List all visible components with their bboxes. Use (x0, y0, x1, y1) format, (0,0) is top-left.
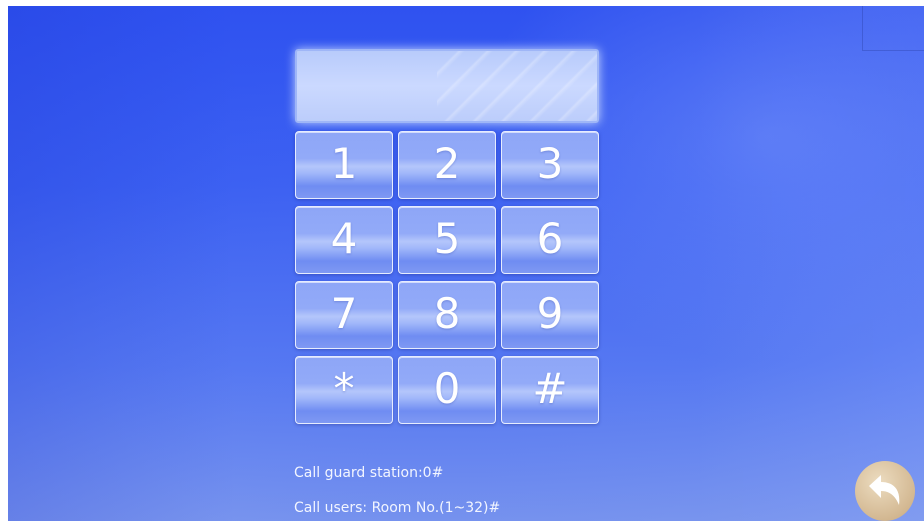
key-6[interactable]: 6 (501, 206, 599, 274)
key-3-label: 3 (536, 139, 564, 188)
call-users-hint: Call users: Room No.(1~32)# (294, 500, 501, 516)
key-8[interactable]: 8 (398, 281, 496, 349)
number-display (295, 49, 599, 123)
key-9-label: 9 (536, 289, 564, 338)
key-hash[interactable]: # (501, 356, 599, 424)
key-3[interactable]: 3 (501, 131, 599, 199)
key-4-label: 4 (330, 214, 358, 263)
back-arrow-icon (869, 475, 900, 505)
key-7[interactable]: 7 (295, 281, 393, 349)
key-2-label: 2 (433, 139, 461, 188)
key-star-label: * (333, 364, 355, 413)
key-0[interactable]: 0 (398, 356, 496, 424)
key-2[interactable]: 2 (398, 131, 496, 199)
key-4[interactable]: 4 (295, 206, 393, 274)
key-7-label: 7 (330, 289, 358, 338)
key-5-label: 5 (433, 214, 461, 263)
key-9[interactable]: 9 (501, 281, 599, 349)
key-5[interactable]: 5 (398, 206, 496, 274)
guard-station-hint: Call guard station:0# (294, 465, 444, 481)
key-1-label: 1 (330, 139, 358, 188)
intercom-screen: 1 2 3 4 5 6 7 8 9 * 0 # Call guard stati… (8, 6, 924, 521)
back-button[interactable] (855, 461, 915, 521)
key-1[interactable]: 1 (295, 131, 393, 199)
key-6-label: 6 (536, 214, 564, 263)
key-8-label: 8 (433, 289, 461, 338)
key-hash-label: # (532, 364, 568, 413)
corner-frame (862, 6, 924, 51)
key-star[interactable]: * (295, 356, 393, 424)
key-0-label: 0 (433, 364, 461, 413)
